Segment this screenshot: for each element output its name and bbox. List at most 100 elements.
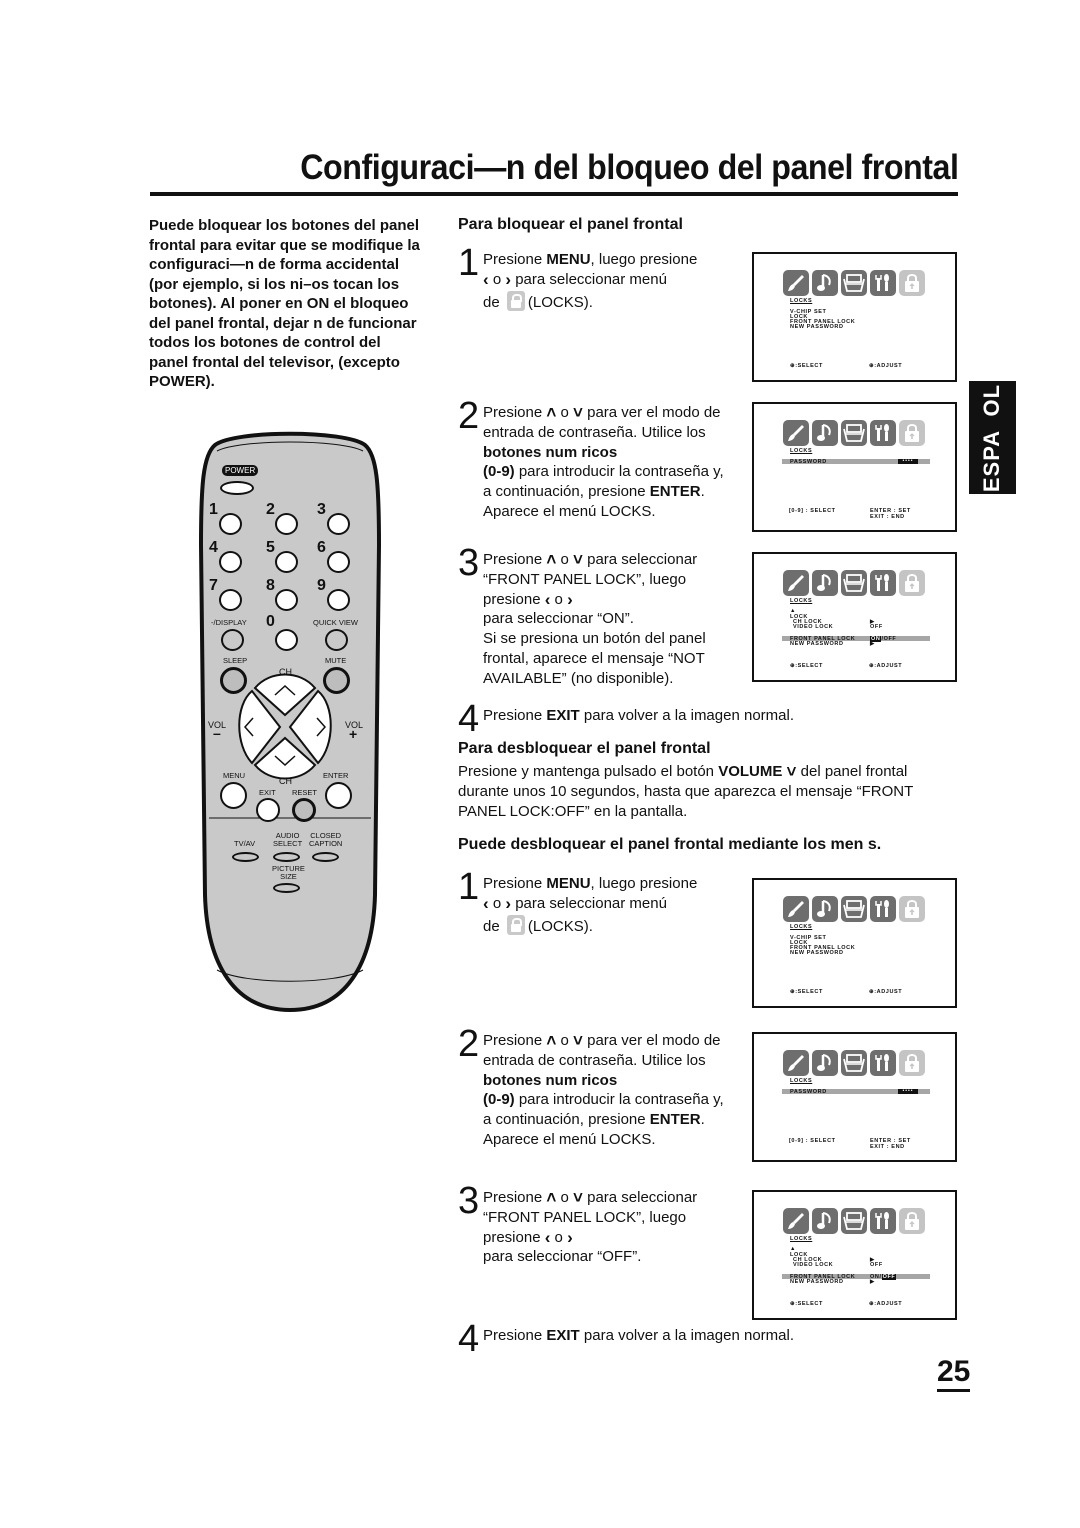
sleep-button[interactable] <box>220 667 247 694</box>
setup-screen-icon <box>841 896 867 922</box>
label-line: SELECT <box>273 839 303 848</box>
step-number: 1 <box>458 866 480 908</box>
menu-button[interactable] <box>220 782 247 809</box>
digit-label: 5 <box>266 539 275 556</box>
tv-av-label: TV/AV <box>234 839 256 848</box>
setup-screen-icon <box>841 1050 867 1076</box>
locks-icon <box>899 270 925 296</box>
audio-select-label: AUDIO SELECT <box>273 832 302 848</box>
vol-up-button[interactable] <box>293 695 333 759</box>
picture-size-button[interactable] <box>273 883 300 893</box>
osd-menu-title: LOCKS <box>790 1078 813 1084</box>
osd-menu-icons <box>783 420 925 446</box>
step-text: Presione <box>483 1189 547 1206</box>
audio-note-icon <box>812 1208 838 1234</box>
step-text: para volver a la imagen normal. <box>579 1327 794 1344</box>
osd-menu-title: LOCKS <box>790 298 813 304</box>
digit-0-button[interactable] <box>275 629 298 651</box>
osd-footer-select: [0-9] : SELECT <box>789 508 836 514</box>
quick-view-button[interactable] <box>325 629 348 651</box>
digit-label: 3 <box>317 501 326 518</box>
osd-menu-title: LOCKS <box>790 598 813 604</box>
digit-5-button[interactable] <box>275 551 298 573</box>
locks-icon <box>899 1208 925 1234</box>
power-label: POWER <box>222 465 259 476</box>
osd-new-password-value: ▶ <box>870 641 875 647</box>
digit-8-button[interactable] <box>275 589 298 611</box>
display-button[interactable] <box>221 629 244 651</box>
osd-screen-front-panel-off: LOCKS ▲ LOCK CH LOCK ▶ VIDEO LOCK OFF FR… <box>752 1190 957 1320</box>
osd-screen-locks-menu-2: LOCKS V-CHIP SET LOCK FRONT PANEL LOCK N… <box>752 878 957 1008</box>
tv-av-button[interactable] <box>232 852 259 862</box>
osd-off-option: OFF <box>881 1274 897 1280</box>
display-label: -/DISPLAY <box>211 618 247 627</box>
digit-3-button[interactable] <box>327 513 350 535</box>
picture-brush-icon <box>783 1208 809 1234</box>
step-text: o <box>488 270 506 288</box>
setup-screen-icon <box>841 420 867 446</box>
locks-icon <box>899 570 925 596</box>
digit-6-button[interactable] <box>327 551 350 573</box>
step-text: para volver a la imagen normal. <box>579 707 794 724</box>
digit-9-button[interactable] <box>327 589 350 611</box>
unlock-paragraph: Presione y mantenga pulsado el botón VOL… <box>458 762 958 822</box>
picture-size-label: PICTURE SIZE <box>272 865 305 881</box>
digit-label: 0 <box>266 613 275 630</box>
step-number: 3 <box>458 542 480 584</box>
up-arrow-icon: ˄ <box>546 550 557 569</box>
vol-down-button[interactable] <box>237 695 277 759</box>
digit-label: 4 <box>209 539 218 556</box>
step-text: Presione <box>483 707 547 724</box>
osd-screen-front-panel-on: LOCKS ▲ LOCK CH LOCK ▶ VIDEO LOCK OFF FR… <box>752 552 957 682</box>
sleep-label: SLEEP <box>223 656 248 665</box>
closed-caption-button[interactable] <box>312 852 339 862</box>
setup-screen-icon <box>841 1208 867 1234</box>
step-number: 4 <box>458 698 480 740</box>
osd-menu-icons <box>783 1050 925 1076</box>
enter-button[interactable] <box>325 782 352 809</box>
digit-2-button[interactable] <box>275 513 298 535</box>
step-text: o <box>556 1032 573 1049</box>
unlock-step-2: 2 Presione ˄ o ˅ para ver el modo de ent… <box>458 1025 728 1150</box>
picture-brush-icon <box>783 896 809 922</box>
volume-key-label: VOLUME <box>718 763 783 780</box>
step-text: , luego presione <box>590 875 698 892</box>
bold-text: botones num ricos <box>483 1071 618 1089</box>
reset-button[interactable] <box>292 798 316 822</box>
step-text: Presione <box>483 1327 547 1344</box>
digit-7-button[interactable] <box>219 589 242 611</box>
digit-1-button[interactable] <box>219 513 242 535</box>
osd-footer-exit: EXIT : END <box>870 1144 905 1150</box>
osd-footer-select: [0-9] : SELECT <box>789 1138 836 1144</box>
osd-menu-icons <box>783 570 925 596</box>
osd-screen-password-2: LOCKS PASSWORD •••• [0-9] : SELECT ENTER… <box>752 1032 957 1162</box>
tools-icon <box>870 570 896 596</box>
audio-note-icon <box>812 1050 838 1076</box>
page-title: Configuraci—n del bloqueo del panel fron… <box>299 148 959 187</box>
right-arrow-icon: › <box>567 1227 573 1247</box>
ch-down-label: CH <box>279 776 292 786</box>
osd-footer-adjust: ⊕:ADJUST <box>869 1301 903 1307</box>
menu-key-label: MENU <box>546 875 591 892</box>
label-line: CAPTION <box>309 839 343 848</box>
osd-footer-select: ⊕:SELECT <box>790 663 823 669</box>
osd-footer-adjust: ⊕:ADJUST <box>869 363 903 369</box>
digit-label: 8 <box>266 577 275 594</box>
audio-note-icon <box>812 270 838 296</box>
osd-item-new-password: NEW PASSWORD <box>790 324 844 330</box>
mute-button[interactable] <box>323 667 350 694</box>
picture-brush-icon <box>783 570 809 596</box>
osd-screen-locks-menu: LOCKS V-CHIP SET LOCK FRONT PANEL LOCK N… <box>752 252 957 382</box>
step-text: de <box>483 293 504 311</box>
power-button[interactable] <box>220 481 254 495</box>
audio-select-button[interactable] <box>273 852 300 862</box>
exit-button[interactable] <box>256 798 280 822</box>
digit-label: 6 <box>317 539 326 556</box>
digit-4-button[interactable] <box>219 551 242 573</box>
step-text: para seleccionar “ON”. <box>483 610 634 628</box>
title-rule <box>150 192 958 196</box>
tools-icon <box>870 1050 896 1076</box>
tools-icon <box>870 1208 896 1234</box>
exit-key-label: EXIT <box>546 1327 580 1344</box>
minus-label: – <box>213 725 221 741</box>
